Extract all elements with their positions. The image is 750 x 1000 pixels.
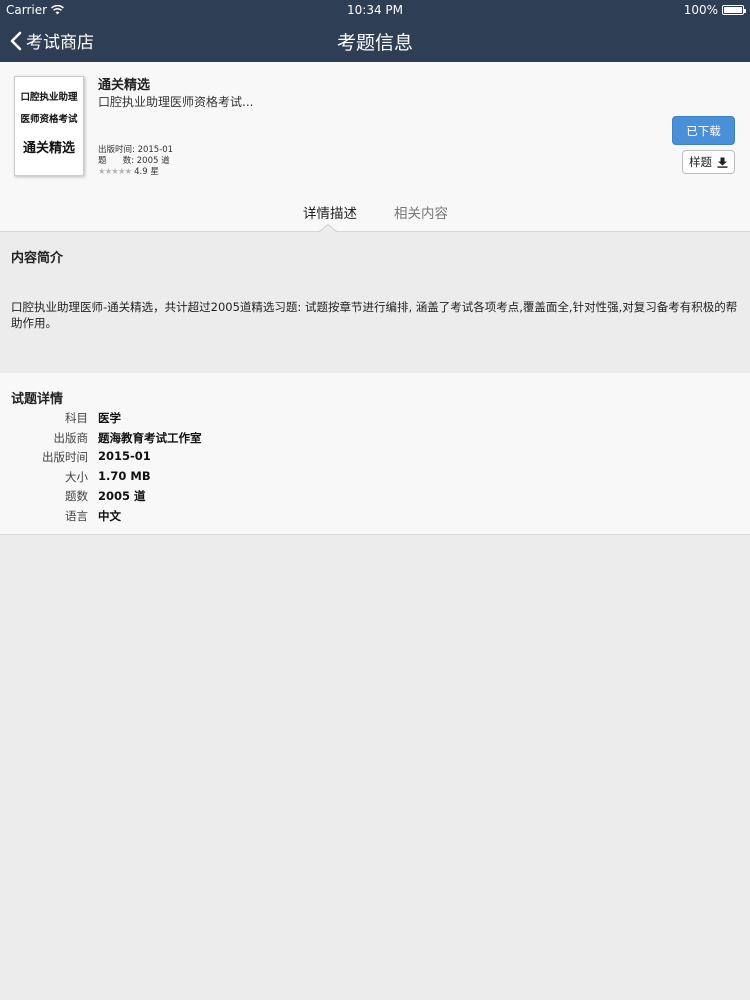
detail-value: 2015-01: [98, 449, 151, 463]
details-title: 试题详情: [11, 392, 64, 407]
detail-row: 科目 医学: [0, 410, 750, 428]
product-subtitle: 口腔执业助理医师资格考试...: [98, 95, 254, 109]
detail-row: 语言 中文: [0, 508, 750, 526]
detail-key: 出版时间: [42, 450, 88, 464]
battery-icon: [722, 5, 746, 15]
rating: ★★★★★ 4.9 星: [98, 167, 173, 178]
tab-related[interactable]: 相关内容: [394, 202, 448, 222]
sample-label: 样题: [689, 155, 712, 169]
content-intro-section: 内容简介 口腔执业助理医师-通关精选，共计超过2005道精选习题: 试题按章节进…: [0, 233, 750, 373]
battery-indicator: 100%: [683, 3, 746, 17]
detail-key: 题数: [65, 489, 88, 503]
detail-row: 出版商 题海教育考试工作室: [0, 430, 750, 448]
question-details-section: 试题详情 科目 医学 出版商 题海教育考试工作室 出版时间 2015-01 大小…: [0, 373, 750, 535]
book-cover-image: 口腔执业助理 医师资格考试 通关精选: [14, 76, 84, 176]
download-icon: [717, 157, 728, 168]
product-header: 口腔执业助理 医师资格考试 通关精选 通关精选 口腔执业助理医师资格考试... …: [0, 62, 750, 233]
detail-tabs: 详情描述 相关内容: [0, 194, 750, 232]
tab-description[interactable]: 详情描述: [303, 202, 357, 222]
detail-value: 2005 道: [98, 489, 146, 503]
navigation-bar: 考试商店 考题信息: [0, 20, 750, 62]
detail-value: 中文: [98, 509, 121, 523]
detail-key: 语言: [65, 509, 88, 523]
active-tab-indicator: [318, 224, 338, 233]
sample-download-button[interactable]: 样题: [682, 150, 735, 174]
detail-key: 科目: [65, 411, 88, 425]
rating-value: 4.9 星: [134, 167, 159, 177]
detail-value: 医学: [98, 411, 121, 425]
detail-key: 大小: [65, 470, 88, 484]
detail-row: 大小 1.70 MB: [0, 469, 750, 487]
publish-date: 出版时间: 2015-01: [98, 145, 174, 155]
detail-value: 题海教育考试工作室: [98, 431, 202, 445]
product-title: 通关精选: [98, 78, 151, 93]
cover-line-3: 通关精选: [22, 141, 75, 156]
status-bar: Carrier 10:34 PM 100%: [0, 0, 750, 20]
star-rating-icon: ★★★★★: [98, 167, 132, 177]
downloaded-button[interactable]: 已下载: [672, 116, 735, 145]
intro-body: 口腔执业助理医师-通关精选，共计超过2005道精选习题: 试题按章节进行编排, …: [11, 300, 738, 330]
product-meta: 出版时间: 2015-01 题 数: 2005 道 ★★★★★ 4.9 星: [98, 145, 173, 178]
intro-title: 内容简介: [11, 251, 64, 266]
detail-row: 出版时间 2015-01: [0, 449, 750, 467]
cover-line-2: 医师资格考试: [20, 114, 78, 125]
question-count: 题 数: 2005 道: [98, 156, 170, 166]
detail-key: 出版商: [53, 431, 89, 445]
detail-value: 1.70 MB: [98, 469, 151, 483]
status-time: 10:34 PM: [347, 3, 403, 17]
page-title: 考题信息: [336, 32, 413, 54]
detail-row: 题数 2005 道: [0, 488, 750, 506]
battery-percent: 100%: [683, 3, 718, 17]
battery-fill: [724, 7, 742, 13]
cover-line-1: 口腔执业助理: [20, 92, 78, 103]
